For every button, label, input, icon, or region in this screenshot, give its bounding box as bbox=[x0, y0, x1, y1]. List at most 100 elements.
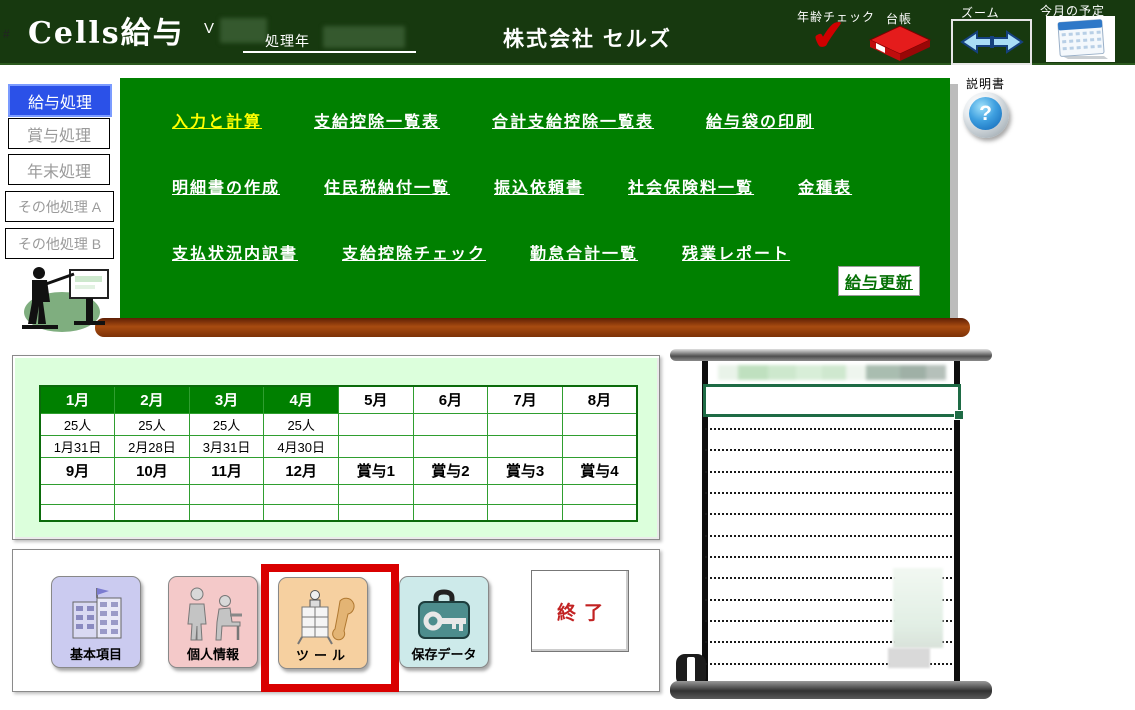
redacted-side-block bbox=[888, 648, 930, 668]
month-table-panel: 1月 2月 3月 4月 5月 6月 7月 8月 25人 25人 25人 25人 bbox=[12, 355, 660, 540]
month-cell-jul[interactable]: 7月 bbox=[488, 386, 563, 413]
date-cell bbox=[562, 435, 637, 457]
month-cell-apr[interactable]: 4月 bbox=[264, 386, 339, 413]
bonus-cell-4[interactable]: 賞与4 bbox=[562, 457, 637, 484]
empty-cell bbox=[488, 504, 563, 521]
month-cell-dec[interactable]: 12月 bbox=[264, 457, 339, 484]
menu-row-3: 支払状況内訳書 支給控除チェック 勤怠合計一覧 残業レポート bbox=[172, 240, 790, 264]
month-cell-may[interactable]: 5月 bbox=[339, 386, 414, 413]
table-row-months-9-12-bonus: 9月 10月 11月 12月 賞与1 賞与2 賞与3 賞与4 bbox=[40, 457, 637, 484]
sidebar-item-bonus[interactable]: 賞与処理 bbox=[8, 118, 110, 149]
count-cell: 25人 bbox=[40, 413, 115, 435]
chalk-tray bbox=[95, 318, 970, 337]
tools-button[interactable]: ツール bbox=[278, 577, 368, 669]
redacted-title-mosaic bbox=[718, 365, 946, 380]
date-cell: 1月31日 bbox=[40, 435, 115, 457]
dotted-line bbox=[705, 556, 952, 558]
calendar-icon[interactable] bbox=[1046, 16, 1115, 62]
building-icon bbox=[63, 586, 129, 644]
app-logo: Cells給与 bbox=[28, 8, 185, 52]
menu-link-input-calc[interactable]: 入力と計算 bbox=[172, 108, 262, 132]
month-cell-nov[interactable]: 11月 bbox=[189, 457, 264, 484]
redacted-side-content bbox=[893, 568, 943, 648]
bonus-cell-1[interactable]: 賞与1 bbox=[339, 457, 414, 484]
presenter-silhouette bbox=[12, 262, 114, 339]
dotted-line bbox=[705, 428, 952, 430]
company-name: 株式会社 セルズ bbox=[503, 23, 672, 53]
dotted-line bbox=[705, 471, 952, 473]
month-cell-feb[interactable]: 2月 bbox=[115, 386, 190, 413]
empty-cell bbox=[562, 484, 637, 504]
sidebar-item-yearend[interactable]: 年末処理 bbox=[8, 154, 110, 185]
month-cell-sep[interactable]: 9月 bbox=[40, 457, 115, 484]
date-cell bbox=[339, 435, 414, 457]
menu-link-pay-deduct-check[interactable]: 支給控除チェック bbox=[342, 240, 486, 264]
menu-link-total-pay-deduct-list[interactable]: 合計支給控除一覧表 bbox=[492, 108, 654, 132]
sidebar-item-other-a[interactable]: その他処理 A bbox=[5, 191, 114, 222]
dotted-line bbox=[705, 535, 952, 537]
menu-link-statement-create[interactable]: 明細書の作成 bbox=[172, 174, 280, 198]
count-cell bbox=[339, 413, 414, 435]
action-buttons-panel: 基本項目 個人情報 bbox=[12, 549, 660, 692]
exit-button[interactable]: 終了 bbox=[531, 570, 629, 652]
menu-link-payment-status[interactable]: 支払状況内訳書 bbox=[172, 240, 298, 264]
count-cell: 25人 bbox=[264, 413, 339, 435]
sidebar-item-salary[interactable]: 給与処理 bbox=[8, 84, 112, 117]
table-row-empty-2 bbox=[40, 504, 637, 521]
date-cell bbox=[488, 435, 563, 457]
version-prefix: V bbox=[204, 20, 214, 37]
menu-link-attendance-total[interactable]: 勤怠合計一覧 bbox=[530, 240, 638, 264]
saved-data-label: 保存データ bbox=[411, 644, 476, 663]
salary-update-button[interactable]: 給与更新 bbox=[838, 266, 920, 296]
tools-highlight-frame: ツール bbox=[261, 564, 399, 692]
month-cell-aug[interactable]: 8月 bbox=[562, 386, 637, 413]
saved-data-button[interactable]: 保存データ bbox=[399, 576, 489, 668]
empty-cell bbox=[264, 504, 339, 521]
menu-link-resident-tax-list[interactable]: 住民税納付一覧 bbox=[324, 174, 450, 198]
menu-link-pay-deduct-list[interactable]: 支給控除一覧表 bbox=[314, 108, 440, 132]
personal-info-button[interactable]: 個人情報 bbox=[168, 576, 258, 668]
year-value-redacted bbox=[323, 26, 405, 48]
sidebar-item-other-b[interactable]: その他処理 B bbox=[5, 228, 114, 259]
resize-arrows-icon[interactable] bbox=[951, 19, 1032, 65]
month-cell-jan[interactable]: 1月 bbox=[40, 386, 115, 413]
check-icon[interactable]: ✔ bbox=[809, 11, 849, 60]
menu-link-pay-envelope-print[interactable]: 給与袋の印刷 bbox=[706, 108, 814, 132]
empty-cell bbox=[115, 504, 190, 521]
date-cell bbox=[413, 435, 488, 457]
menu-link-social-insurance-list[interactable]: 社会保険料一覧 bbox=[628, 174, 754, 198]
menu-board: 入力と計算 支給控除一覧表 合計支給控除一覧表 給与袋の印刷 明細書の作成 住民… bbox=[120, 78, 950, 318]
table-row-months-1-8: 1月 2月 3月 4月 5月 6月 7月 8月 bbox=[40, 386, 637, 413]
dotted-line bbox=[705, 449, 952, 451]
basic-items-button[interactable]: 基本項目 bbox=[51, 576, 141, 668]
bonus-cell-3[interactable]: 賞与3 bbox=[488, 457, 563, 484]
empty-cell bbox=[488, 484, 563, 504]
date-cell: 3月31日 bbox=[189, 435, 264, 457]
menu-link-transfer-request[interactable]: 振込依頼書 bbox=[494, 174, 584, 198]
selected-cell-outline[interactable] bbox=[703, 384, 961, 417]
fill-handle[interactable] bbox=[954, 410, 964, 420]
empty-cell bbox=[264, 484, 339, 504]
month-cell-mar[interactable]: 3月 bbox=[189, 386, 264, 413]
date-cell: 2月28日 bbox=[115, 435, 190, 457]
salary-update-label: 給与更新 bbox=[845, 275, 913, 292]
ledger-icon[interactable] bbox=[868, 24, 932, 67]
table-row-paydates: 1月31日 2月28日 3月31日 4月30日 bbox=[40, 435, 637, 457]
date-cell: 4月30日 bbox=[264, 435, 339, 457]
menu-link-denomination-table[interactable]: 金種表 bbox=[798, 174, 852, 198]
empty-cell bbox=[339, 484, 414, 504]
menu-row-1: 入力と計算 支給控除一覧表 合計支給控除一覧表 給与袋の印刷 bbox=[172, 108, 814, 132]
exit-label: 終了 bbox=[549, 598, 611, 625]
menu-link-overtime-report[interactable]: 残業レポート bbox=[682, 240, 790, 264]
year-underline bbox=[243, 51, 416, 53]
month-cell-jun[interactable]: 6月 bbox=[413, 386, 488, 413]
roll-screen-bottom-bar bbox=[670, 681, 992, 699]
corner-hash: # bbox=[3, 27, 10, 41]
tools-label: ツール bbox=[296, 645, 350, 664]
empty-cell bbox=[115, 484, 190, 504]
month-cell-oct[interactable]: 10月 bbox=[115, 457, 190, 484]
stepladder-icon bbox=[290, 589, 356, 645]
question-icon[interactable]: ? bbox=[963, 92, 1009, 138]
bonus-cell-2[interactable]: 賞与2 bbox=[413, 457, 488, 484]
count-cell bbox=[413, 413, 488, 435]
